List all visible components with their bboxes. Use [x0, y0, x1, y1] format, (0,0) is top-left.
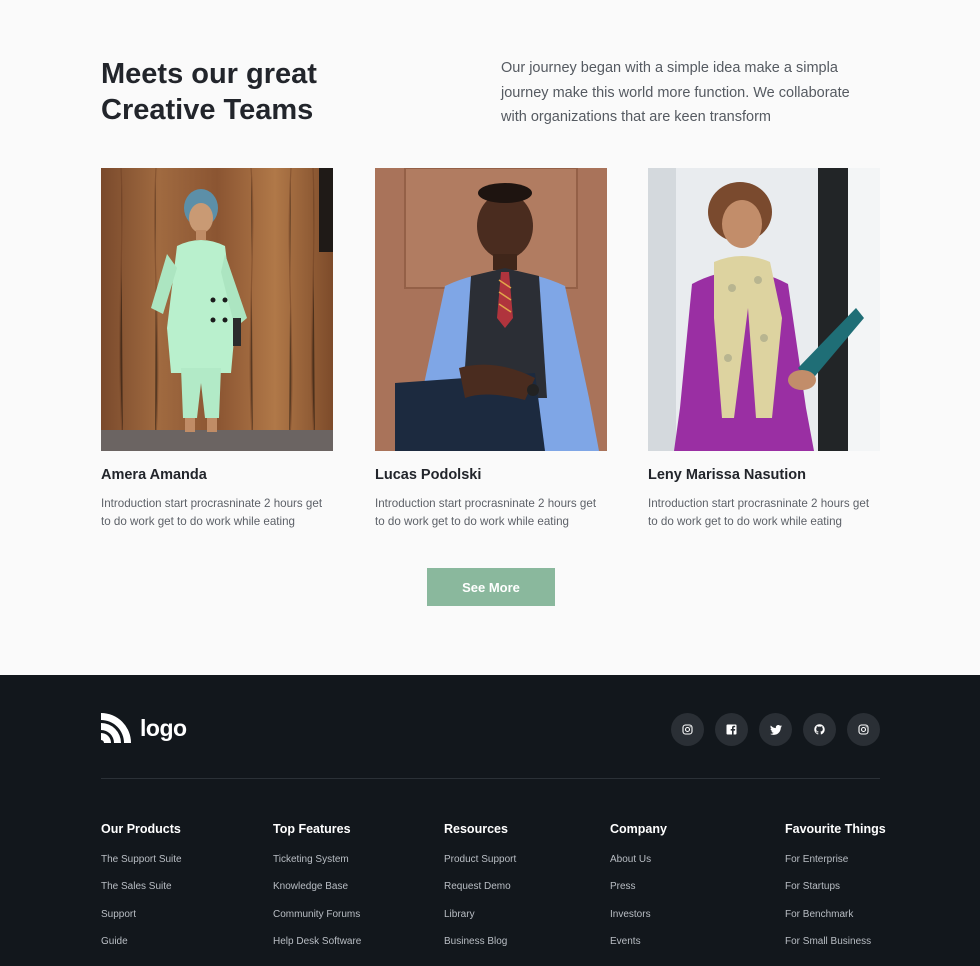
member-bio: Introduction start procrasninate 2 hours… — [375, 497, 597, 528]
footer-link[interactable]: Investors — [610, 908, 667, 922]
member-photo — [648, 168, 880, 451]
footer-link[interactable]: Guide — [101, 935, 182, 949]
footer-link[interactable]: Library — [444, 908, 516, 922]
footer-link[interactable]: Support — [101, 908, 182, 922]
footer-column-resources: Resources Product Support Request Demo L… — [444, 822, 516, 962]
facebook-icon[interactable] — [715, 713, 748, 746]
footer-link[interactable]: About Us — [610, 853, 667, 867]
team-card: Leny Marissa Nasution Introduction start… — [648, 168, 880, 528]
footer-column-products: Our Products The Support Suite The Sales… — [101, 822, 182, 962]
footer-column-features: Top Features Ticketing System Knowledge … — [273, 822, 361, 962]
footer-link[interactable]: The Support Suite — [101, 853, 182, 867]
member-bio: Introduction start procrasninate 2 hours… — [648, 497, 870, 528]
footer-link[interactable]: Help Desk Software — [273, 935, 361, 949]
rss-logo-icon — [101, 713, 131, 743]
footer-column-heading: Resources — [444, 822, 508, 836]
footer-column-favourites: Favourite Things For Enterprise For Star… — [785, 822, 886, 962]
member-name: Amera Amanda — [101, 467, 207, 483]
section-intro: Our journey began with a simple idea mak… — [501, 60, 850, 125]
footer-link[interactable]: Product Support — [444, 853, 516, 867]
footer-logo[interactable]: logo — [101, 713, 187, 743]
github-icon[interactable] — [803, 713, 836, 746]
social-links — [671, 713, 880, 746]
footer-link[interactable]: For Startups — [785, 880, 886, 894]
footer-column-heading: Top Features — [273, 822, 351, 836]
member-photo — [375, 168, 607, 451]
footer-link[interactable]: For Small Business — [785, 935, 886, 949]
footer-link[interactable]: Business Blog — [444, 935, 516, 949]
member-photo — [101, 168, 333, 451]
section-title: Meets our great Creative Teams — [101, 58, 317, 126]
footer-link[interactable]: Knowledge Base — [273, 880, 361, 894]
member-name: Lucas Podolski — [375, 467, 482, 483]
footer-link[interactable]: Request Demo — [444, 880, 516, 894]
footer-column-heading: Favourite Things — [785, 822, 886, 836]
footer: logo Our Products The Support Suite The … — [0, 675, 980, 966]
footer-column-company: Company About Us Press Investors Events — [610, 822, 667, 962]
team-card: Lucas Podolski Introduction start procra… — [375, 168, 607, 528]
footer-link[interactable]: Community Forums — [273, 908, 361, 922]
member-bio: Introduction start procrasninate 2 hours… — [101, 497, 323, 528]
footer-link[interactable]: For Enterprise — [785, 853, 886, 867]
instagram-icon[interactable] — [671, 713, 704, 746]
footer-column-heading: Our Products — [101, 822, 181, 836]
footer-link[interactable]: Ticketing System — [273, 853, 361, 867]
footer-link[interactable]: For Benchmark — [785, 908, 886, 922]
dribbble-icon[interactable] — [847, 713, 880, 746]
see-more-button[interactable]: See More — [427, 568, 555, 606]
twitter-icon[interactable] — [759, 713, 792, 746]
footer-link[interactable]: Events — [610, 935, 667, 949]
logo-text: logo — [140, 714, 187, 741]
footer-column-heading: Company — [610, 822, 667, 836]
footer-link[interactable]: Press — [610, 880, 667, 894]
team-section: Meets our great Creative Teams Our journ… — [0, 0, 980, 675]
footer-divider — [101, 778, 880, 779]
member-name: Leny Marissa Nasution — [648, 467, 806, 483]
footer-link[interactable]: The Sales Suite — [101, 880, 182, 894]
team-card: Amera Amanda Introduction start procrasn… — [101, 168, 333, 528]
